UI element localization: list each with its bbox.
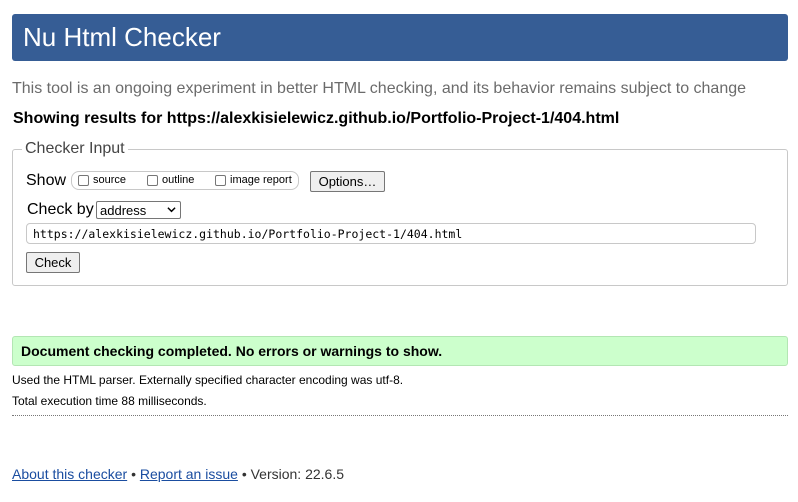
execution-time: Total execution time 88 milliseconds. [12, 394, 207, 408]
parser-info: Used the HTML parser. Externally specifi… [12, 373, 404, 387]
option-source[interactable]: source [78, 173, 126, 187]
show-label: Show [26, 172, 67, 189]
footer-separator: • [131, 466, 136, 482]
image-report-label: image report [230, 174, 292, 186]
success-message: Document checking completed. No errors o… [12, 336, 788, 366]
about-checker-link[interactable]: About this checker [12, 466, 127, 482]
version-text: Version: 22.6.5 [250, 466, 345, 482]
page-title: Nu Html Checker [23, 22, 221, 52]
report-issue-link[interactable]: Report an issue [140, 466, 238, 482]
intro-text: This tool is an ongoing experiment in be… [12, 80, 747, 97]
url-input[interactable]: https://alexkisielewicz.github.io/Portfo… [26, 223, 756, 244]
check-button[interactable]: Check [26, 252, 80, 273]
options-button[interactable]: Options… [310, 171, 385, 192]
image-report-checkbox[interactable] [215, 174, 226, 186]
check-by-select[interactable]: address [96, 201, 181, 219]
outline-label: outline [162, 174, 195, 186]
footer-separator: • [241, 466, 247, 482]
chevron-down-icon [167, 207, 176, 213]
footer: About this checker • Report an issue • V… [12, 466, 344, 482]
page-header: Nu Html Checker [12, 14, 788, 61]
option-image-report[interactable]: image report [215, 173, 292, 187]
show-options-group: source outline image report [71, 171, 299, 190]
option-outline[interactable]: outline [147, 173, 194, 187]
check-by-label: Check by [27, 201, 94, 218]
showing-results-heading: Showing results for https://alexkisielew… [13, 110, 620, 127]
source-checkbox[interactable] [78, 174, 89, 186]
outline-checkbox[interactable] [147, 174, 158, 186]
check-by-value: address [100, 202, 147, 218]
source-label: source [93, 174, 127, 186]
divider [12, 415, 788, 416]
checker-input-legend: Checker Input [25, 140, 125, 157]
